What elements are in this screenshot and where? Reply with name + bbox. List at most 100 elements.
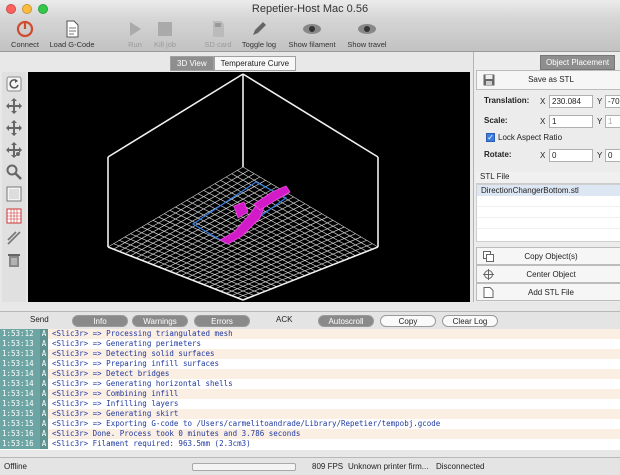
list-row-empty bbox=[477, 196, 620, 207]
scale-y-field[interactable]: 1 bbox=[605, 115, 620, 128]
title-bar: Repetier-Host Mac 0.56 bbox=[0, 0, 620, 18]
stl-file-list[interactable]: DirectionChangerBottom.stl bbox=[476, 184, 620, 242]
log-timestamp: 1:53:14 bbox=[0, 379, 40, 389]
translation-y-axis: Y bbox=[597, 97, 603, 106]
connect-button[interactable]: Connect bbox=[8, 20, 42, 49]
log-list[interactable]: 1:53:12 A <Slic3r> => Processing triangula… bbox=[0, 329, 620, 450]
save-as-stl-button[interactable]: Save as STL bbox=[476, 70, 620, 90]
stl-file-item[interactable]: DirectionChangerBottom.stl bbox=[477, 185, 620, 196]
copy-objects-button[interactable]: Copy Object(s) bbox=[476, 247, 620, 265]
document-icon bbox=[66, 20, 79, 38]
lock-aspect-ratio-checkbox[interactable]: ✓ Lock Aspect Ratio bbox=[486, 133, 562, 142]
object-placement-panel: Object Placement Save as STL Translation… bbox=[473, 52, 620, 302]
log-line: 1:53:14 A <Slic3r> => Infilling layers bbox=[0, 399, 620, 409]
zoom-window-button[interactable] bbox=[38, 4, 48, 14]
play-icon bbox=[130, 22, 141, 36]
log-message: <Slic3r> => Detect bridges bbox=[52, 369, 170, 378]
send-filter[interactable]: Send bbox=[30, 315, 49, 324]
warnings-filter-toggle[interactable]: Warnings bbox=[132, 315, 188, 327]
rotate-y-field[interactable]: 0 bbox=[605, 149, 620, 162]
status-bar: Offline 809 FPS Unknown printer firm... … bbox=[0, 457, 620, 475]
clear-log-button[interactable]: Clear Log bbox=[442, 315, 498, 327]
connect-label: Connect bbox=[11, 40, 39, 49]
view-tabs: 3D View Temperature Curve bbox=[170, 56, 297, 71]
log-message: <Slic3r> => Generating perimeters bbox=[52, 339, 202, 348]
log-timestamp: 1:53:13 bbox=[0, 339, 40, 349]
move-icon[interactable] bbox=[4, 118, 24, 138]
run-button[interactable]: Run bbox=[124, 20, 146, 49]
rotate-icon[interactable] bbox=[4, 96, 24, 116]
errors-filter-toggle[interactable]: Errors bbox=[194, 315, 250, 327]
log-line: 1:53:16 A <Slic3r> Done. Process took 0 mi… bbox=[0, 429, 620, 439]
log-message: <Slic3r> => Processing triangulated mesh bbox=[52, 329, 233, 338]
zoom-icon[interactable] bbox=[4, 162, 24, 182]
sd-card-button[interactable]: SD card bbox=[202, 20, 234, 49]
log-timestamp: 1:53:14 bbox=[0, 389, 40, 399]
copy-log-button[interactable]: Copy bbox=[380, 315, 436, 327]
minimize-window-button[interactable] bbox=[22, 4, 32, 14]
ack-filter[interactable]: ACK bbox=[276, 315, 292, 324]
close-window-button[interactable] bbox=[6, 4, 16, 14]
log-line: 1:53:13 A <Slic3r> => Generating perimeter… bbox=[0, 339, 620, 349]
log-kind: A bbox=[40, 349, 48, 359]
job-progress-bar bbox=[192, 463, 296, 471]
front-view-icon[interactable] bbox=[4, 184, 24, 204]
refresh-icon[interactable] bbox=[4, 74, 24, 94]
kill-job-button[interactable]: Kill job bbox=[150, 20, 180, 49]
main-toolbar: Connect Load G-Code Run Kill job SD card… bbox=[0, 18, 620, 52]
log-kind: A bbox=[40, 409, 48, 419]
connection-status: Offline bbox=[4, 462, 27, 471]
load-gcode-button[interactable]: Load G-Code bbox=[46, 20, 98, 49]
tab-temperature-curve[interactable]: Temperature Curve bbox=[213, 56, 297, 71]
crosshair-icon bbox=[483, 269, 494, 280]
trash-icon[interactable] bbox=[4, 250, 24, 270]
center-object-label: Center Object bbox=[526, 270, 576, 279]
scale-x-field[interactable]: 1 bbox=[549, 115, 593, 128]
log-line: 1:53:14 A <Slic3r> => Generating horizonta… bbox=[0, 379, 620, 389]
print-bed-render[interactable] bbox=[28, 72, 470, 302]
add-stl-file-label: Add STL File bbox=[528, 288, 574, 297]
rotate-x-axis: X bbox=[540, 151, 546, 160]
show-filament-button[interactable]: Show filament bbox=[283, 20, 341, 49]
log-timestamp: 1:53:14 bbox=[0, 399, 40, 409]
translation-x-axis: X bbox=[540, 97, 546, 106]
log-line: 1:53:12 A <Slic3r> => Processing triangula… bbox=[0, 329, 620, 339]
stl-file-header: STL File bbox=[476, 172, 620, 184]
center-object-button[interactable]: Center Object bbox=[476, 265, 620, 283]
add-stl-file-button[interactable]: Add STL File bbox=[476, 283, 620, 301]
log-line: 1:53:15 A <Slic3r> => Exporting G-code to … bbox=[0, 419, 620, 429]
toggle-log-button[interactable]: Toggle log bbox=[238, 20, 280, 49]
show-travel-button[interactable]: Show travel bbox=[344, 20, 390, 49]
log-line: 1:53:14 A <Slic3r> => Preparing infill sur… bbox=[0, 359, 620, 369]
move-all-icon[interactable] bbox=[4, 140, 24, 160]
translation-label: Translation: bbox=[484, 96, 530, 105]
log-kind: A bbox=[40, 339, 48, 349]
log-kind: A bbox=[40, 429, 48, 439]
rotate-x-field[interactable]: 0 bbox=[549, 149, 593, 162]
save-as-stl-label: Save as STL bbox=[528, 75, 574, 84]
autoscroll-toggle[interactable]: Autoscroll bbox=[318, 315, 374, 327]
log-message: <Slic3r> => Combining infill bbox=[52, 389, 179, 398]
scale-y-axis: Y bbox=[597, 117, 603, 126]
info-filter-toggle[interactable]: Info bbox=[72, 315, 128, 327]
kill-job-label: Kill job bbox=[153, 40, 177, 49]
log-message: <Slic3r> Done. Process took 0 minutes an… bbox=[52, 429, 301, 438]
log-timestamp: 1:53:14 bbox=[0, 369, 40, 379]
log-line: 1:53:15 A <Slic3r> => Generating skirt bbox=[0, 409, 620, 419]
log-timestamp: 1:53:13 bbox=[0, 349, 40, 359]
lock-aspect-ratio-label: Lock Aspect Ratio bbox=[498, 133, 563, 142]
lines-icon[interactable] bbox=[4, 228, 24, 248]
window-title: Repetier-Host Mac 0.56 bbox=[251, 3, 369, 15]
translation-x-field[interactable]: 230.084 bbox=[549, 95, 593, 108]
window-controls[interactable] bbox=[6, 4, 48, 14]
log-kind: A bbox=[40, 359, 48, 369]
3d-viewport[interactable] bbox=[28, 72, 470, 302]
grid-icon[interactable] bbox=[4, 206, 24, 226]
rotate-y-axis: Y bbox=[597, 151, 603, 160]
translation-y-field[interactable]: -70 bbox=[605, 95, 620, 108]
log-kind: A bbox=[40, 419, 48, 429]
log-timestamp: 1:53:12 bbox=[0, 329, 40, 339]
log-message: <Slic3r> => Detecting solid surfaces bbox=[52, 349, 215, 358]
tab-object-placement[interactable]: Object Placement bbox=[540, 55, 616, 70]
tab-3d-view[interactable]: 3D View bbox=[170, 56, 214, 71]
